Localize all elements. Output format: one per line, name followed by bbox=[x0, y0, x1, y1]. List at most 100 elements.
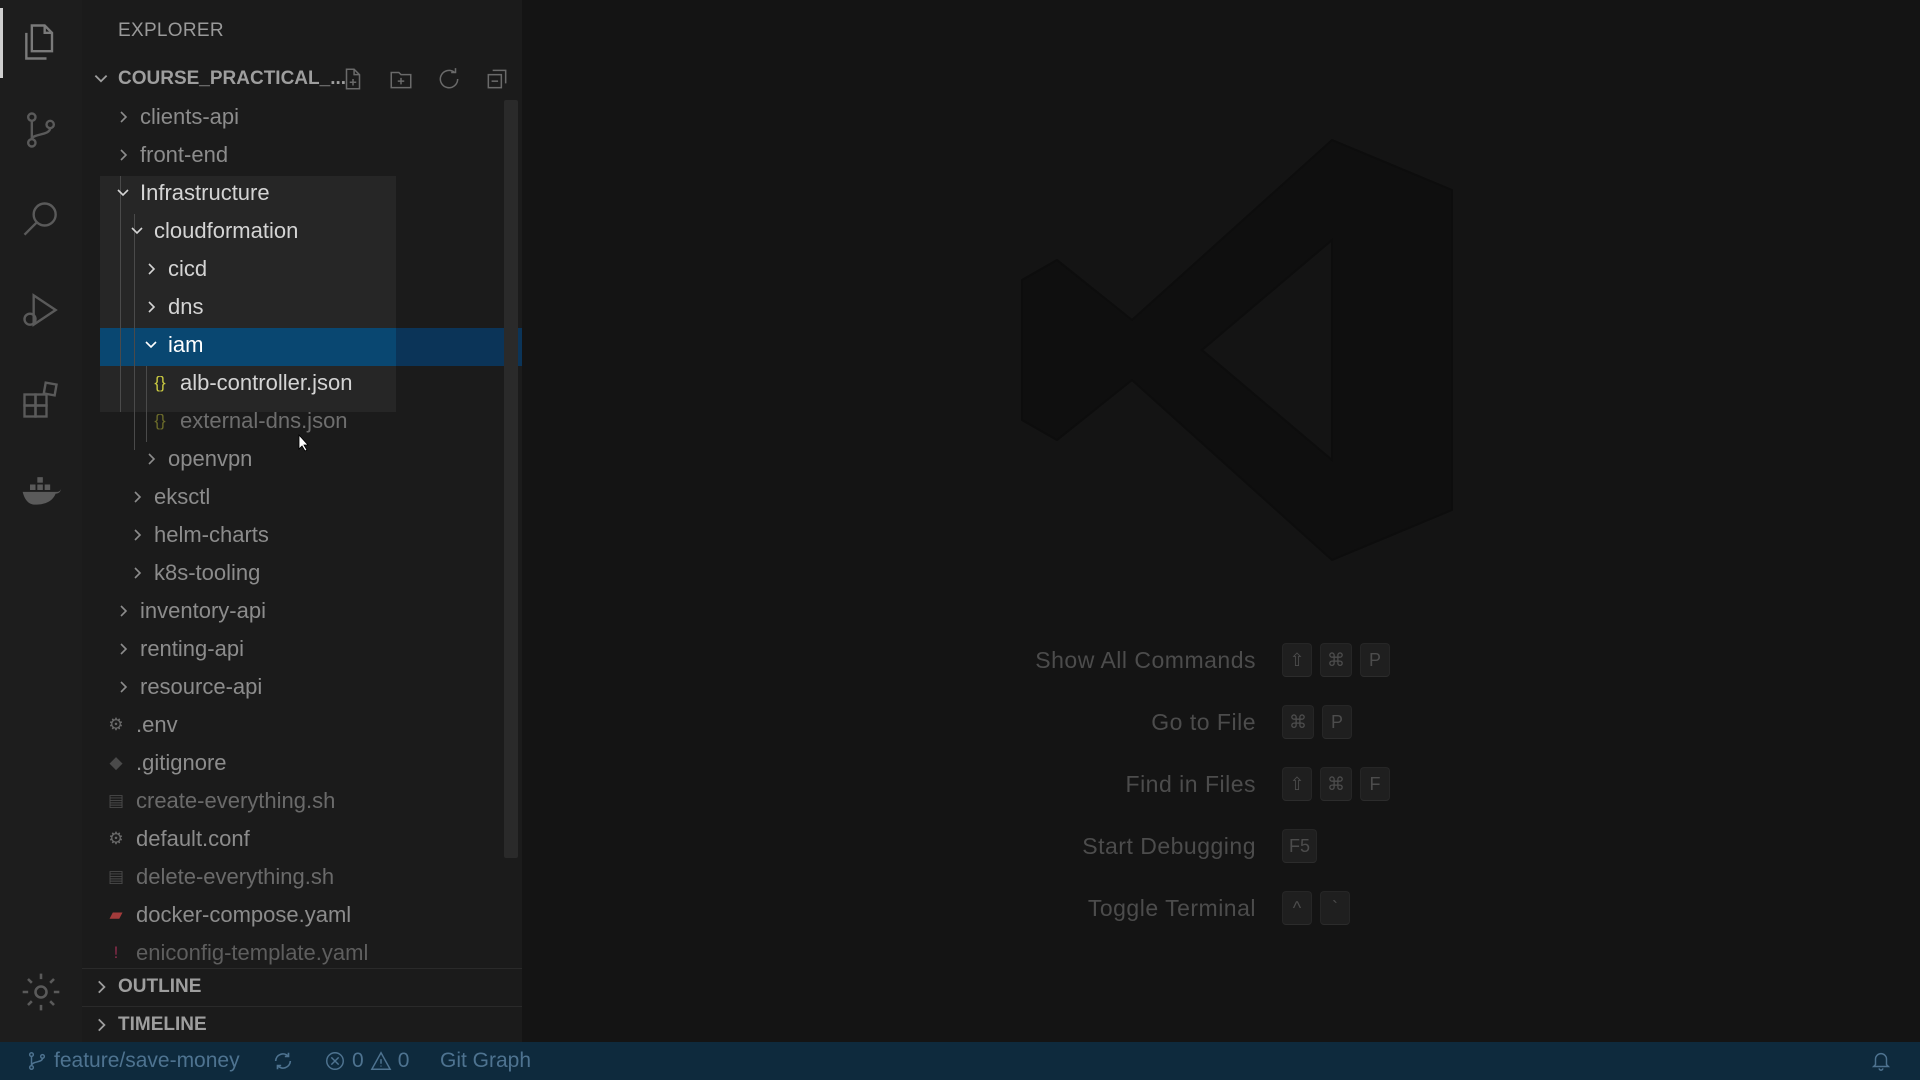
gear-file-icon: ⚙ bbox=[108, 715, 124, 734]
editor-area[interactable]: Show All Commands ⇧ ⌘ P Go to File ⌘ P F… bbox=[522, 0, 1920, 1042]
settings-gear-icon[interactable] bbox=[0, 952, 82, 1032]
new-folder-icon[interactable] bbox=[388, 66, 414, 92]
chevron-right-icon bbox=[112, 641, 134, 657]
extensions-icon[interactable] bbox=[0, 360, 82, 440]
key-cap: ⌘ bbox=[1320, 767, 1352, 801]
shortcut-label: Toggle Terminal bbox=[1087, 894, 1256, 921]
tree-item-label: resource-api bbox=[140, 674, 263, 699]
error-count: 0 bbox=[352, 1049, 364, 1072]
chevron-right-icon bbox=[112, 679, 134, 695]
branch-name: feature/save-money bbox=[54, 1049, 240, 1072]
tree-item-label: openvpn bbox=[168, 446, 253, 471]
chevron-right-icon bbox=[140, 261, 162, 277]
tree-item-label: external-dns.json bbox=[180, 408, 348, 433]
chevron-down-icon bbox=[140, 337, 162, 353]
refresh-icon[interactable] bbox=[436, 66, 462, 92]
explorer-sidebar: EXPLORER COURSE_PRACTICAL_... clients-ap… bbox=[82, 0, 522, 1042]
tree-item-delete-everything[interactable]: ▤ delete-everything.sh bbox=[82, 858, 522, 896]
tree-item-infrastructure[interactable]: Infrastructure bbox=[82, 174, 522, 212]
tree-item-cloudformation[interactable]: cloudformation bbox=[82, 212, 522, 250]
warning-count: 0 bbox=[397, 1049, 410, 1072]
tree-item-label: .env bbox=[136, 712, 178, 737]
timeline-section-header[interactable]: TIMELINE bbox=[82, 1006, 522, 1044]
tree-item-eksctl[interactable]: eksctl bbox=[82, 478, 522, 516]
vscode-window: EXPLORER COURSE_PRACTICAL_... clients-ap… bbox=[0, 0, 1920, 1080]
tree-item-label: inventory-api bbox=[140, 598, 266, 623]
key-cap: P bbox=[1322, 705, 1352, 739]
chevron-right-icon bbox=[112, 109, 134, 125]
shortcut-show-all-commands: Show All Commands ⇧ ⌘ P bbox=[522, 640, 1920, 680]
tree-item-k8s-tooling[interactable]: k8s-tooling bbox=[82, 554, 522, 592]
tree-item-iam[interactable]: iam bbox=[82, 326, 522, 364]
sidebar-scrollbar[interactable] bbox=[504, 100, 518, 858]
tree-item-label: default.conf bbox=[136, 826, 250, 851]
yaml-file-icon: ! bbox=[113, 943, 119, 962]
workspace-folder-name: COURSE_PRACTICAL_... bbox=[118, 68, 347, 89]
tree-item-label: front-end bbox=[140, 142, 229, 167]
bell-icon bbox=[1871, 1053, 1891, 1071]
tree-item-env[interactable]: ⚙ .env bbox=[82, 706, 522, 744]
chevron-right-icon bbox=[126, 489, 148, 505]
json-file-icon: {} bbox=[154, 373, 166, 392]
tree-item-create-everything[interactable]: ▤ create-everything.sh bbox=[82, 782, 522, 820]
notifications-button[interactable] bbox=[1870, 1042, 1892, 1080]
collapse-all-icon[interactable] bbox=[484, 66, 510, 92]
run-debug-icon[interactable] bbox=[0, 270, 82, 350]
tree-item-label: alb-controller.json bbox=[180, 370, 353, 395]
shortcut-label: Start Debugging bbox=[1082, 832, 1256, 859]
shortcut-label: Go to File bbox=[1151, 708, 1256, 735]
outline-section-header[interactable]: OUTLINE bbox=[82, 968, 522, 1006]
shell-file-icon: ▤ bbox=[107, 791, 125, 810]
tree-item-label: k8s-tooling bbox=[154, 560, 261, 585]
tree-item-label: eksctl bbox=[154, 484, 211, 509]
error-icon bbox=[326, 1052, 344, 1070]
tree-item-front-end[interactable]: front-end bbox=[82, 136, 522, 174]
workspace-folder-header[interactable]: COURSE_PRACTICAL_... bbox=[82, 60, 522, 98]
tree-item-resource-api[interactable]: resource-api bbox=[82, 668, 522, 706]
tree-item-renting-api[interactable]: renting-api bbox=[82, 630, 522, 668]
tree-item-label: docker-compose.yaml bbox=[136, 902, 352, 927]
docker-icon[interactable] bbox=[0, 450, 82, 530]
warning-icon bbox=[370, 1051, 392, 1070]
problems-indicator[interactable]: 0 0 bbox=[324, 1042, 409, 1080]
tree-item-cicd[interactable]: cicd bbox=[82, 250, 522, 288]
tree-item-docker-compose[interactable]: ▰ docker-compose.yaml bbox=[82, 896, 522, 934]
chevron-right-icon bbox=[112, 603, 134, 619]
source-control-icon[interactable] bbox=[0, 90, 82, 170]
git-graph-button[interactable]: Git Graph bbox=[440, 1042, 531, 1080]
tree-item-label: delete-everything.sh bbox=[136, 864, 335, 889]
tree-item-default-conf[interactable]: ⚙ default.conf bbox=[82, 820, 522, 858]
timeline-label: TIMELINE bbox=[118, 1014, 207, 1035]
tree-item-helm-charts[interactable]: helm-charts bbox=[82, 516, 522, 554]
tree-item-alb-controller-json[interactable]: {} alb-controller.json bbox=[82, 364, 522, 402]
explorer-icon[interactable] bbox=[0, 2, 82, 82]
shortcut-go-to-file: Go to File ⌘ P bbox=[522, 702, 1920, 742]
key-cap: ` bbox=[1320, 891, 1350, 925]
gear-file-icon: ⚙ bbox=[108, 829, 124, 848]
chevron-right-icon bbox=[86, 978, 116, 996]
shortcut-label: Show All Commands bbox=[1035, 646, 1256, 673]
key-cap: P bbox=[1360, 643, 1390, 677]
sync-button[interactable] bbox=[272, 1042, 294, 1080]
outline-label: OUTLINE bbox=[118, 976, 202, 997]
search-icon[interactable] bbox=[0, 180, 82, 260]
branch-indicator[interactable]: feature/save-money bbox=[26, 1042, 240, 1080]
status-bar: feature/save-money 0 0 Git Graph bbox=[0, 1042, 1920, 1080]
tree-item-dns[interactable]: dns bbox=[82, 288, 522, 326]
tree-item-gitignore[interactable]: ◆ .gitignore bbox=[82, 744, 522, 782]
tree-item-inventory-api[interactable]: inventory-api bbox=[82, 592, 522, 630]
tree-item-clients-api[interactable]: clients-api bbox=[82, 98, 522, 136]
chevron-right-icon bbox=[140, 299, 162, 315]
new-file-icon[interactable] bbox=[340, 66, 366, 92]
file-tree: clients-api front-end Infrastructure clo… bbox=[82, 98, 522, 968]
chevron-right-icon bbox=[126, 565, 148, 581]
shortcut-find-in-files: Find in Files ⇧ ⌘ F bbox=[522, 764, 1920, 804]
tree-item-eniconfig-template[interactable]: ! eniconfig-template.yaml bbox=[82, 934, 522, 968]
shortcut-start-debugging: Start Debugging F5 bbox=[522, 826, 1920, 866]
key-cap: ⇧ bbox=[1282, 767, 1312, 801]
tree-item-label: dns bbox=[168, 294, 204, 319]
key-cap: F bbox=[1360, 767, 1390, 801]
chevron-right-icon bbox=[140, 451, 162, 467]
key-cap: ⌘ bbox=[1282, 705, 1314, 739]
tree-item-label: helm-charts bbox=[154, 522, 269, 547]
